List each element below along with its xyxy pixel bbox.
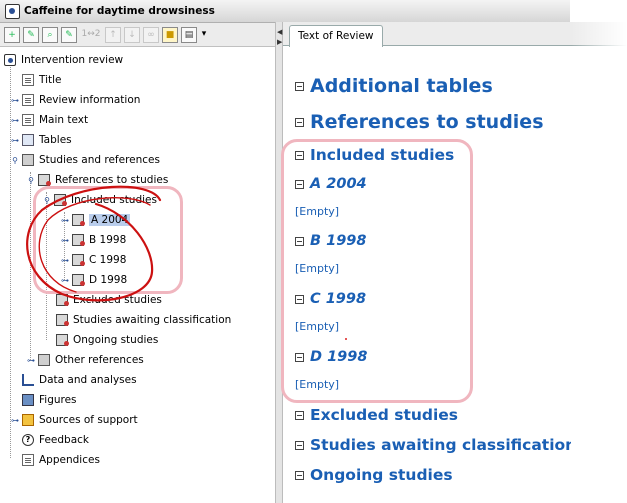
book-icon — [38, 354, 50, 366]
add-icon[interactable]: + — [4, 26, 20, 43]
tree-item-label: Feedback — [39, 434, 90, 446]
section-heading: Excluded studies — [310, 406, 459, 424]
section-references-to-studies[interactable]: References to studies — [295, 111, 544, 133]
tree-item-label: Excluded studies — [73, 294, 162, 306]
right-edge-fade — [571, 0, 627, 503]
toolbar-dropdown[interactable]: ▾ — [200, 27, 208, 43]
splitter-left-arrow-icon[interactable]: ◀ — [277, 28, 282, 36]
tree-item-label: Appendices — [39, 454, 100, 466]
window-title-bar: Caffeine for daytime drowsiness — [0, 0, 570, 23]
expand-icon[interactable]: ⊶ — [26, 356, 36, 365]
tree-item-ongoing-studies[interactable]: Ongoing studies — [44, 331, 158, 349]
section-heading: Studies awaiting classification — [310, 436, 571, 454]
tree-item-title[interactable]: Title — [10, 71, 62, 89]
tree-item-figures[interactable]: Figures — [10, 391, 77, 409]
tree-item-label: Review information — [39, 94, 141, 106]
edit-icon[interactable]: ✎ — [23, 26, 39, 43]
move-down-icon[interactable]: ↓ — [124, 26, 140, 43]
reference-icon — [56, 314, 69, 326]
section-additional-tables[interactable]: Additional tables — [295, 75, 493, 97]
section-awaiting-classification[interactable]: Studies awaiting classification — [295, 436, 571, 454]
tree-item-studies-and-references[interactable]: ⚲ Studies and references — [10, 151, 160, 169]
splitter-right-arrow-icon[interactable]: ▶ — [277, 38, 282, 46]
collapse-icon[interactable]: ⚲ — [26, 176, 36, 185]
collapse-box-icon[interactable] — [295, 81, 304, 91]
tree-item-review-information[interactable]: ⊶ Review information — [10, 91, 140, 109]
edit-properties-icon[interactable]: ✎ — [61, 26, 77, 43]
expand-icon[interactable]: ⊶ — [10, 416, 20, 425]
tree-item-tables[interactable]: ⊶ Tables — [10, 131, 72, 149]
tree-item-label: Tables — [39, 134, 72, 146]
toolbar: + ✎ ⌕ ✎ 1↔2 ↑ ↓ ∞ ■ ▤ ▾ — [0, 23, 275, 47]
document-icon — [22, 454, 34, 466]
tree-item-label: Data and analyses — [39, 374, 137, 386]
tree-item-label: Studies awaiting classification — [73, 314, 232, 326]
reference-icon — [56, 334, 69, 346]
tree-item-main-text[interactable]: ⊶ Main text — [10, 111, 88, 129]
window-title: Caffeine for daytime drowsiness — [24, 5, 215, 17]
book-icon — [22, 154, 34, 166]
section-ongoing-studies[interactable]: Ongoing studies — [295, 466, 453, 484]
support-icon — [22, 414, 34, 426]
expand-icon[interactable]: ⊶ — [10, 116, 20, 125]
feedback-icon: ? — [22, 434, 34, 446]
tree-item-label: Other references — [55, 354, 144, 366]
collapse-box-icon[interactable] — [295, 470, 304, 480]
tree-item-appendices[interactable]: Appendices — [10, 451, 100, 469]
find-icon[interactable]: ⌕ — [42, 26, 58, 43]
tree-root-label: Intervention review — [21, 54, 124, 66]
tree-item-label: Figures — [39, 394, 77, 406]
link-icon[interactable]: ∞ — [143, 26, 159, 43]
document-icon — [22, 114, 34, 126]
move-up-icon[interactable]: ↑ — [105, 26, 121, 43]
expand-icon[interactable]: ⊶ — [10, 96, 20, 105]
tree-item-data-and-analyses[interactable]: Data and analyses — [10, 371, 137, 389]
data-analyses-icon — [22, 374, 34, 386]
tab-text-of-review[interactable]: Text of Review — [289, 25, 383, 47]
reference-icon — [38, 174, 51, 186]
collapse-box-icon[interactable] — [295, 410, 304, 420]
tree-item-label: References to studies — [55, 174, 169, 186]
section-heading: Ongoing studies — [310, 466, 453, 484]
reference-icon — [56, 294, 69, 306]
compare-button[interactable]: 1↔2 — [80, 27, 102, 43]
tree-item-label: Main text — [39, 114, 89, 126]
review-icon — [4, 54, 16, 66]
tree-item-label: Title — [39, 74, 62, 86]
collapse-box-icon[interactable] — [295, 440, 304, 450]
highlight-box-tree — [33, 186, 183, 294]
highlight-box-content — [281, 139, 473, 403]
table-icon — [22, 134, 34, 146]
document-icon — [22, 94, 34, 106]
expand-icon[interactable]: ⊶ — [10, 136, 20, 145]
tree-item-feedback[interactable]: ? Feedback — [10, 431, 89, 449]
tree-root[interactable]: Intervention review — [4, 51, 123, 69]
tree-item-awaiting-classification[interactable]: Studies awaiting classification — [44, 311, 231, 329]
document-icon — [22, 74, 34, 86]
print-icon[interactable]: ▤ — [181, 26, 197, 43]
tree-item-label: Studies and references — [39, 154, 160, 166]
review-app-icon — [5, 3, 20, 19]
tree-item-label: Ongoing studies — [73, 334, 159, 346]
section-heading: References to studies — [310, 111, 544, 133]
section-heading: Additional tables — [310, 75, 493, 97]
collapse-box-icon[interactable] — [295, 117, 304, 127]
note-icon[interactable]: ■ — [162, 26, 178, 43]
collapse-icon[interactable]: ⚲ — [10, 156, 20, 165]
tree-item-label: Sources of support — [39, 414, 138, 426]
figure-icon — [22, 394, 34, 406]
tree-item-other-references[interactable]: ⊶ Other references — [26, 351, 144, 369]
tree-item-sources-of-support[interactable]: ⊶ Sources of support — [10, 411, 138, 429]
section-excluded-studies[interactable]: Excluded studies — [295, 406, 458, 424]
